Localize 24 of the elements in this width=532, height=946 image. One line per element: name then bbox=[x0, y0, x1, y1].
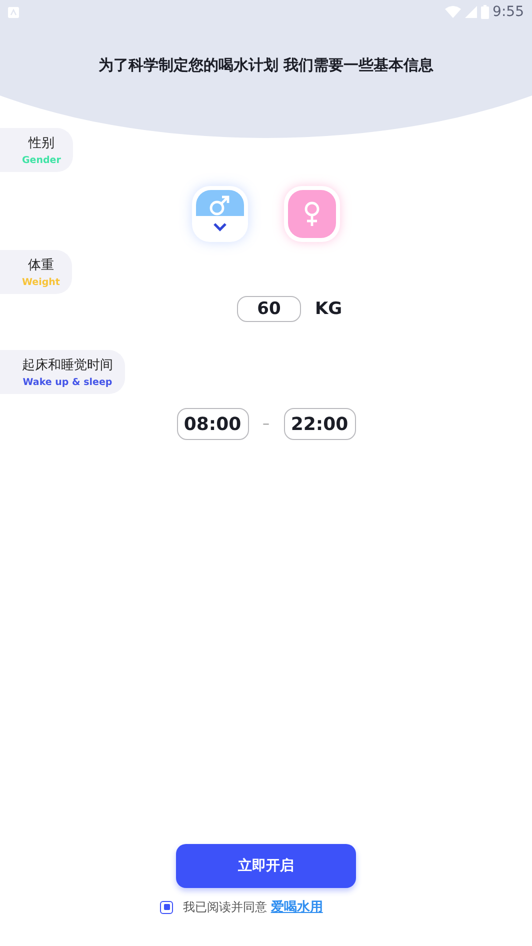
label-subtitle: Gender bbox=[22, 155, 61, 166]
header-title: 为了科学制定您的喝水计划 我们需要一些基本信息 bbox=[97, 56, 435, 76]
signal-icon bbox=[464, 6, 477, 18]
notification-icon bbox=[8, 6, 19, 18]
label-text: 起床和睡觉时间 bbox=[22, 357, 113, 374]
agree-checkbox[interactable] bbox=[160, 900, 173, 914]
status-time: 9:55 bbox=[492, 4, 524, 20]
check-icon bbox=[213, 222, 227, 232]
label-subtitle: Wake up & sleep bbox=[22, 377, 112, 388]
label-subtitle: Weight bbox=[22, 277, 60, 288]
unit-label: KG bbox=[315, 299, 344, 319]
agreement-text: 我已阅读并同意 爱喝水用 bbox=[183, 899, 323, 916]
weight-field[interactable]: 60 bbox=[237, 296, 301, 322]
wifi-icon bbox=[444, 6, 461, 18]
sleep-time-field[interactable]: 22:00 bbox=[284, 408, 356, 440]
male-symbol-icon bbox=[209, 194, 231, 216]
gender-option[interactable] bbox=[284, 186, 340, 242]
gender-option[interactable] bbox=[192, 186, 248, 242]
label-text: 性别 bbox=[28, 135, 54, 152]
label-text: 体重 bbox=[28, 257, 54, 274]
start-button[interactable]: 立即开启 bbox=[176, 844, 356, 888]
female-symbol-icon bbox=[302, 201, 322, 227]
separator: – bbox=[262, 416, 270, 432]
wake-time-field[interactable]: 08:00 bbox=[176, 408, 248, 440]
